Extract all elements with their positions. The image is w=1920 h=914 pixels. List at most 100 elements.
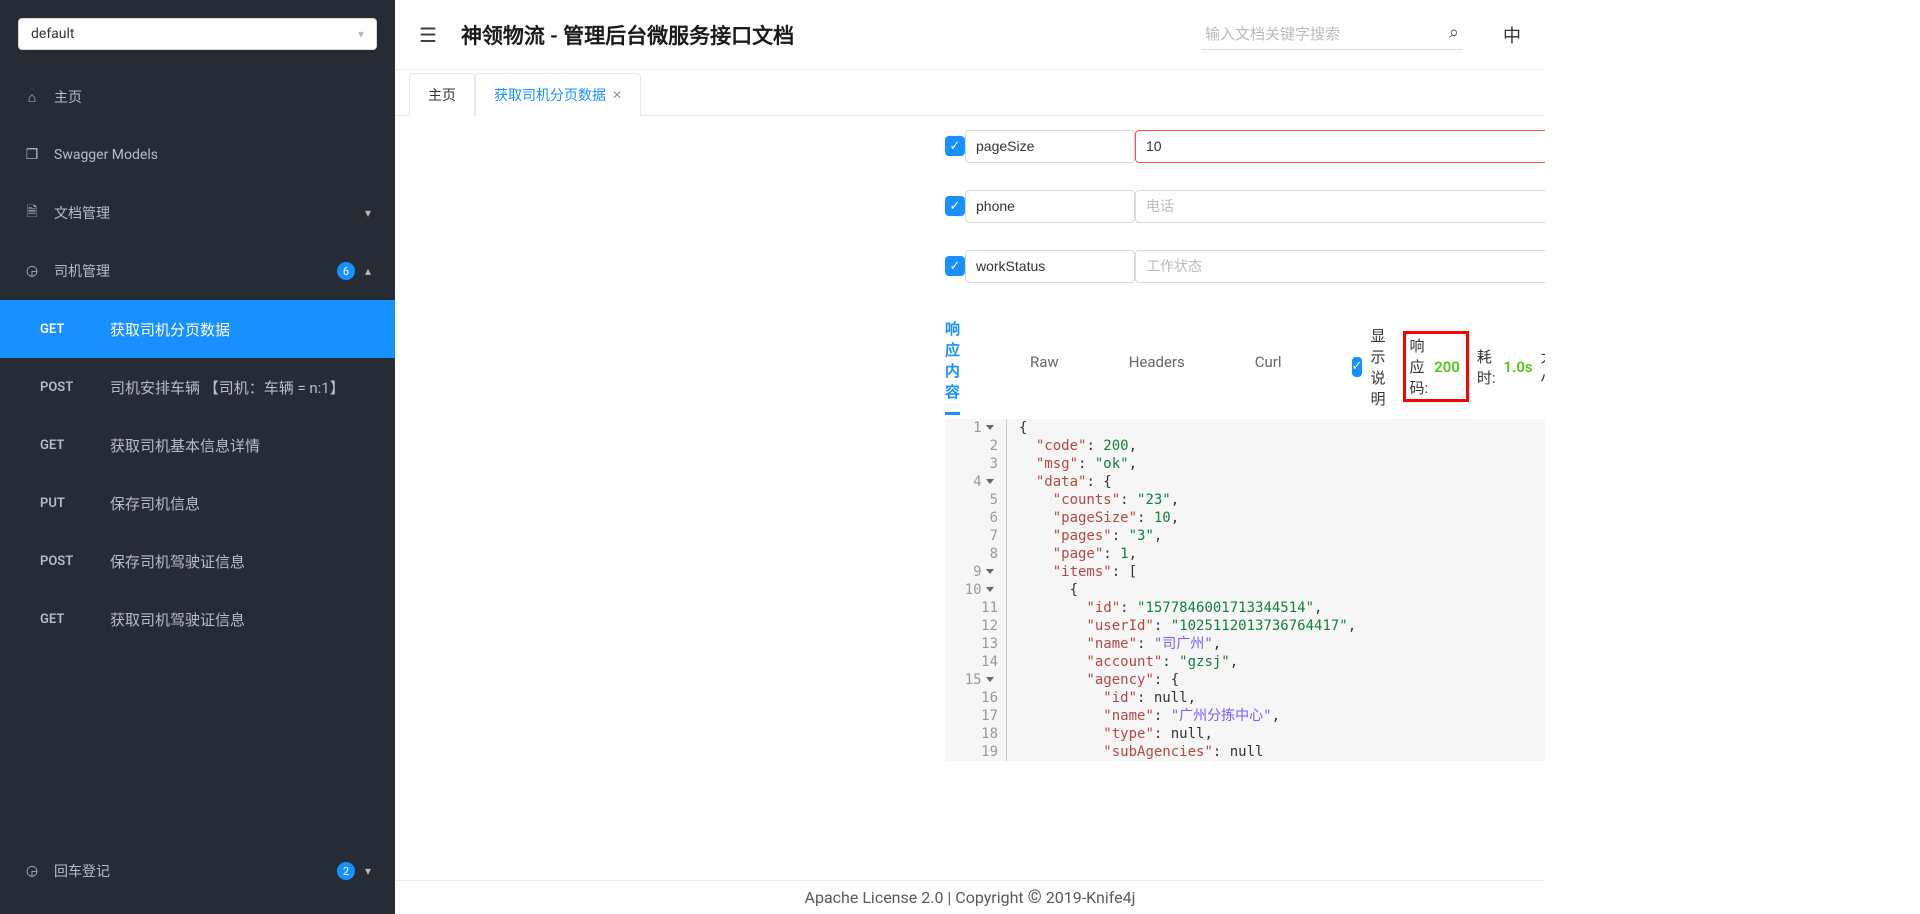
resp-tab-content[interactable]: 响应内容 <box>945 318 960 415</box>
chevron-down-icon: ▾ <box>365 864 371 878</box>
resp-tab-curl[interactable]: Curl <box>1255 353 1282 381</box>
code-line: 2 "code": 200, <box>945 437 1545 455</box>
driver-count-badge: 6 <box>337 262 355 280</box>
api-item[interactable]: POST 司机安排车辆 【司机：车辆 = n:1】 <box>0 358 395 416</box>
code-line: 6 "pageSize": 10, <box>945 509 1545 527</box>
nav-home-label: 主页 <box>54 87 82 107</box>
api-item[interactable]: GET 获取司机分页数据 <box>0 300 395 358</box>
code-line: 19 "subAgencies": null <box>945 743 1545 761</box>
content-body: ✓删除✓删除✓删除 响应内容 Raw Headers Curl ✓ 显示说明 响… <box>395 116 1545 880</box>
api-label: 获取司机分页数据 <box>110 319 230 340</box>
response-tabs: 响应内容 Raw Headers Curl ✓ 显示说明 响应码: 200 耗时… <box>945 318 1545 415</box>
api-list: GET 获取司机分页数据 POST 司机安排车辆 【司机：车辆 = n:1】 GET 获取… <box>0 300 395 648</box>
tab-current-label: 获取司机分页数据 <box>494 85 606 105</box>
status-code-value: 200 <box>1434 358 1460 376</box>
code-line: 13 "name": "司广州", <box>945 635 1545 653</box>
group-select[interactable]: default ▾ <box>18 18 377 50</box>
nav-doc-label: 文档管理 <box>54 203 110 223</box>
nav-driver-label: 司机管理 <box>54 261 110 281</box>
param-value-input[interactable] <box>1135 190 1545 223</box>
show-desc-label: 显示说明 <box>1370 325 1394 409</box>
api-label: 司机安排车辆 【司机：车辆 = n:1】 <box>110 377 345 398</box>
code-line: 9 "items": [ <box>945 563 1545 581</box>
code-line: 11 "id": "1577846001713344514", <box>945 599 1545 617</box>
api-item[interactable]: GET 获取司机基本信息详情 <box>0 416 395 474</box>
home-icon: ⌂ <box>24 89 40 105</box>
code-line: 4 "data": { <box>945 473 1545 491</box>
doc-icon: 🗎 <box>24 205 40 221</box>
param-row: ✓删除 <box>945 176 1545 236</box>
code-line: 10 { <box>945 581 1545 599</box>
nav-return-label: 回车登记 <box>54 861 110 881</box>
param-enabled-checkbox[interactable]: ✓ <box>945 196 965 216</box>
search-input[interactable] <box>1201 20 1463 50</box>
nav-swagger-label: Swagger Models <box>54 147 158 163</box>
code-line: 12 "userId": "1025112013736764417", <box>945 617 1545 635</box>
tab-current[interactable]: 获取司机分页数据 ✕ <box>475 73 641 116</box>
response-json-viewer[interactable]: 可以正常获取到数据 1 {2 "code": 200,3 "msg": "ok"… <box>945 419 1545 761</box>
code-line: 18 "type": null, <box>945 725 1545 743</box>
param-table: ✓删除✓删除✓删除 <box>945 116 1545 296</box>
param-name-input[interactable] <box>965 130 1135 163</box>
api-label: 获取司机基本信息详情 <box>110 435 260 456</box>
code-line: 7 "pages": "3", <box>945 527 1545 545</box>
api-item[interactable]: GET 获取司机驾驶证信息 <box>0 590 395 648</box>
param-value-input[interactable] <box>1135 130 1545 163</box>
param-name-input[interactable] <box>965 250 1135 283</box>
code-line: 1 { <box>945 419 1545 437</box>
app-title: 神领物流 - 管理后台微服务接口文档 <box>461 20 1177 50</box>
language-button[interactable]: 中 <box>1503 22 1521 48</box>
param-row: ✓删除 <box>945 236 1545 296</box>
close-icon[interactable]: ✕ <box>612 88 622 102</box>
api-method: PUT <box>40 496 88 511</box>
param-value-input[interactable] <box>1135 250 1545 283</box>
chevron-up-icon: ▴ <box>365 264 371 278</box>
resp-tab-headers[interactable]: Headers <box>1129 353 1185 381</box>
group-select-value: default <box>31 26 75 42</box>
code-line: 3 "msg": "ok", <box>945 455 1545 473</box>
sidebar: default ▾ ⌂ 主页 ❒ Swagger Models 🗎 文档管理 ▾ ◶ 司… <box>0 0 395 914</box>
api-method: GET <box>40 438 88 453</box>
response-info: ✓ 显示说明 响应码: 200 耗时: 1.0s 大小: 7.89 KB <box>1352 325 1545 409</box>
param-enabled-checkbox[interactable]: ✓ <box>945 256 965 276</box>
api-method: POST <box>40 380 88 395</box>
api-item[interactable]: POST 保存司机驾驶证信息 <box>0 532 395 590</box>
main: ☰ 神领物流 - 管理后台微服务接口文档 ⌕ 中 主页 获取司机分页数据 ✕ ✓… <box>395 0 1545 914</box>
resp-tab-raw[interactable]: Raw <box>1030 353 1059 381</box>
code-line: 8 "page": 1, <box>945 545 1545 563</box>
api-method: POST <box>40 554 88 569</box>
tab-home[interactable]: 主页 <box>409 73 475 116</box>
api-label: 获取司机驾驶证信息 <box>110 609 245 630</box>
tabs-bar: 主页 获取司机分页数据 ✕ <box>395 70 1545 116</box>
code-line: 16 "id": null, <box>945 689 1545 707</box>
return-count-badge: 2 <box>337 862 355 880</box>
copyright-icon: © <box>1028 887 1042 908</box>
api-method: GET <box>40 612 88 627</box>
param-row: ✓删除 <box>945 116 1545 176</box>
api-method: GET <box>40 322 88 337</box>
api-label: 保存司机驾驶证信息 <box>110 551 245 572</box>
code-line: 14 "account": "gzsj", <box>945 653 1545 671</box>
search-icon[interactable]: ⌕ <box>1449 22 1459 43</box>
param-enabled-checkbox[interactable]: ✓ <box>945 136 965 156</box>
collapse-icon[interactable]: ☰ <box>419 23 437 47</box>
api-item[interactable]: PUT保存司机信息 <box>0 474 395 532</box>
show-desc-checkbox[interactable]: ✓ <box>1352 357 1363 377</box>
gauge-icon: ◶ <box>24 263 40 279</box>
cube-icon: ❒ <box>24 147 40 163</box>
nav-doc-manage[interactable]: 🗎 文档管理 ▾ <box>0 184 395 242</box>
code-line: 5 "counts": "23", <box>945 491 1545 509</box>
chevron-down-icon: ▾ <box>365 206 371 220</box>
top-bar: ☰ 神领物流 - 管理后台微服务接口文档 ⌕ 中 <box>395 0 1545 70</box>
nav-return-record[interactable]: ◶ 回车登记 2 ▾ <box>0 842 395 900</box>
code-line: 15 "agency": { <box>945 671 1545 689</box>
nav-home[interactable]: ⌂ 主页 <box>0 68 395 126</box>
param-name-input[interactable] <box>965 190 1135 223</box>
status-code-highlight: 响应码: 200 <box>1403 331 1469 402</box>
code-line: 17 "name": "广州分拣中心", <box>945 707 1545 725</box>
response-time: 1.0s <box>1504 358 1533 376</box>
gauge-icon: ◶ <box>24 863 40 879</box>
nav-swagger-models[interactable]: ❒ Swagger Models <box>0 126 395 184</box>
nav-driver-manage[interactable]: ◶ 司机管理 6 ▴ <box>0 242 395 300</box>
chevron-down-icon: ▾ <box>358 27 364 41</box>
